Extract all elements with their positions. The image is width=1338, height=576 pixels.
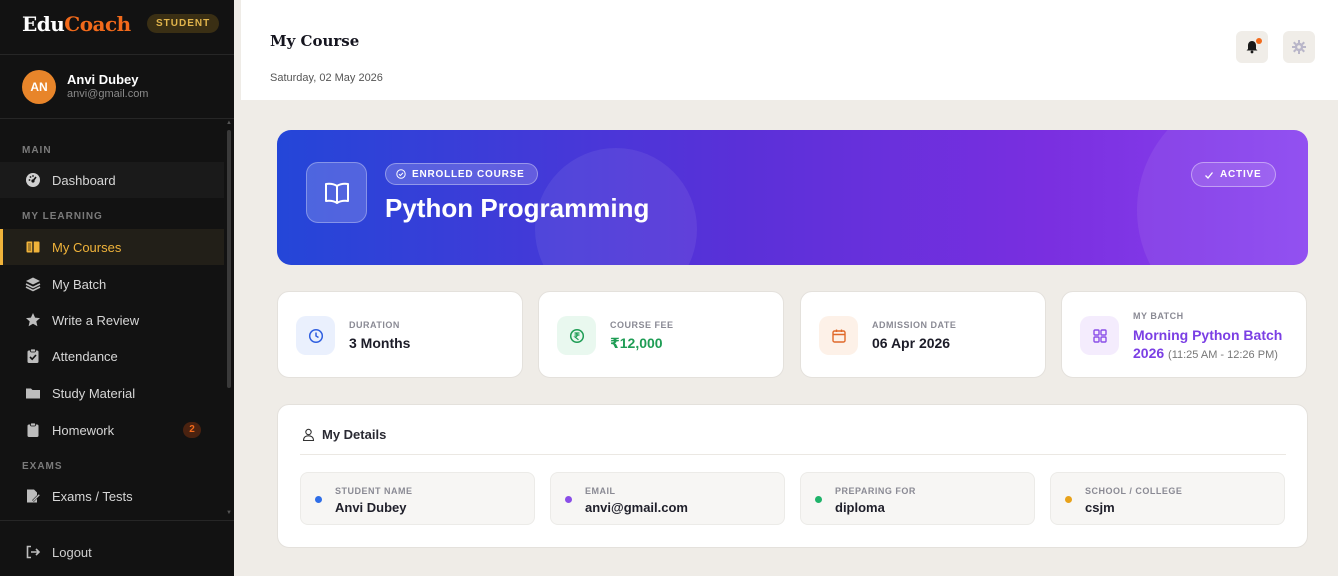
details-divider	[300, 454, 1286, 455]
sidebar-item-my-batch[interactable]: My Batch	[0, 266, 224, 302]
sidebar-item-homework[interactable]: Homework 2	[0, 412, 224, 448]
sidebar-item-label: Homework	[52, 422, 115, 438]
section-label-main: MAIN	[22, 145, 52, 156]
admission-date-card: ADMISSION DATE 06 Apr 2026	[800, 291, 1046, 378]
decorative-circle	[1137, 130, 1308, 265]
detail-label: STUDENT NAME	[335, 486, 413, 496]
section-label-learning: MY LEARNING	[22, 211, 103, 222]
sidebar-item-label: Study Material	[52, 385, 136, 401]
rupee-icon	[557, 316, 596, 355]
sidebar-item-label: My Courses	[52, 239, 122, 255]
sidebar-divider	[0, 520, 234, 521]
batch-time: (11:25 AM - 12:26 PM)	[1168, 349, 1278, 361]
check-circle-icon	[396, 169, 406, 179]
page-header: My Course Saturday, 02 May 2026	[241, 0, 1338, 100]
logout-label: Logout	[52, 544, 92, 560]
my-batch-card: MY BATCH Morning Python Batch 2026 (11:2…	[1061, 291, 1307, 378]
sidebar-item-study-material[interactable]: Study Material	[0, 375, 224, 411]
notifications-button[interactable]	[1236, 31, 1268, 63]
user-email: anvi@gmail.com	[67, 88, 149, 100]
layers-icon	[24, 275, 42, 293]
edit-document-icon	[24, 487, 42, 505]
detail-preparing-for: PREPARING FOR diploma	[800, 472, 1035, 525]
homework-count-badge: 2	[183, 422, 201, 438]
avatar[interactable]: AN	[22, 70, 56, 104]
page-date: Saturday, 02 May 2026	[270, 72, 383, 84]
detail-value: anvi@gmail.com	[585, 500, 688, 515]
open-book-icon	[306, 162, 367, 223]
status-badge: ACTIVE	[1191, 162, 1277, 187]
detail-email: EMAIL anvi@gmail.com	[550, 472, 785, 525]
clipboard-icon	[24, 421, 42, 439]
sidebar-item-my-courses[interactable]: My Courses	[0, 229, 224, 265]
logout-button[interactable]: Logout	[0, 534, 234, 570]
sidebar-item-write-review[interactable]: Write a Review	[0, 302, 224, 338]
grid-icon	[1080, 316, 1119, 355]
course-fee-value: ₹12,000	[610, 335, 663, 351]
course-fee-card: COURSE FEE ₹12,000	[538, 291, 784, 378]
duration-label: DURATION	[349, 320, 400, 330]
enrolled-course-pill: ENROLLED COURSE	[385, 163, 538, 185]
admission-date-label: ADMISSION DATE	[872, 320, 957, 330]
section-label-exams: EXAMS	[22, 461, 63, 472]
my-batch-label: MY BATCH	[1133, 311, 1184, 321]
sidebar-divider	[0, 118, 234, 119]
role-badge: STUDENT	[147, 14, 220, 33]
sidebar-item-label: Dashboard	[52, 172, 116, 188]
sidebar-item-label: Write a Review	[52, 312, 140, 328]
course-hero-banner: ENROLLED COURSE Python Programming ACTIV…	[277, 130, 1308, 265]
detail-label: SCHOOL / COLLEGE	[1085, 486, 1183, 496]
dot-icon	[815, 496, 822, 503]
clock-icon	[296, 316, 335, 355]
status-label: ACTIVE	[1220, 169, 1262, 180]
notification-dot	[1256, 38, 1262, 44]
dot-icon	[565, 496, 572, 503]
calendar-icon	[819, 316, 858, 355]
course-fee-label: COURSE FEE	[610, 320, 674, 330]
user-name: Anvi Dubey	[67, 72, 139, 87]
course-title: Python Programming	[385, 193, 650, 223]
brand-name-part2: Coach	[64, 12, 131, 36]
my-batch-value: Morning Python Batch 2026 (11:25 AM - 12…	[1133, 326, 1303, 364]
sidebar-item-label: Attendance	[52, 348, 118, 364]
detail-label: PREPARING FOR	[835, 486, 916, 496]
sidebar: EduCoach STUDENT AN Anvi Dubey anvi@gmai…	[0, 0, 234, 576]
clipboard-check-icon	[24, 347, 42, 365]
detail-student-name: STUDENT NAME Anvi Dubey	[300, 472, 535, 525]
logout-icon	[24, 543, 42, 561]
sidebar-item-label: My Batch	[52, 276, 107, 292]
folder-icon	[24, 384, 42, 402]
sidebar-item-label: Exams / Tests	[52, 488, 133, 504]
sidebar-divider	[0, 54, 234, 55]
gear-icon	[1291, 39, 1307, 55]
sidebar-scrollbar[interactable]	[227, 130, 231, 388]
duration-card: DURATION 3 Months	[277, 291, 523, 378]
duration-value: 3 Months	[349, 335, 411, 351]
details-title: My Details	[322, 427, 387, 442]
check-icon	[1204, 170, 1214, 180]
detail-label: EMAIL	[585, 486, 616, 496]
scroll-down-arrow[interactable]: ▼	[226, 510, 232, 516]
dot-icon	[315, 496, 322, 503]
brand-name-part1: Edu	[22, 12, 65, 36]
sidebar-item-dashboard[interactable]: Dashboard	[0, 162, 224, 198]
dashboard-gauge-icon	[24, 171, 42, 189]
admission-date-value: 06 Apr 2026	[872, 335, 951, 351]
book-icon	[24, 238, 42, 256]
my-details-card: My Details STUDENT NAME Anvi Dubey EMAIL…	[277, 404, 1308, 548]
sidebar-item-attendance[interactable]: Attendance	[0, 338, 224, 374]
page-title: My Course	[270, 32, 360, 50]
user-icon	[302, 428, 315, 441]
dot-icon	[1065, 496, 1072, 503]
sidebar-item-exams-tests[interactable]: Exams / Tests	[0, 478, 224, 514]
scroll-up-arrow[interactable]: ▲	[226, 120, 232, 126]
enrolled-course-label: ENROLLED COURSE	[412, 168, 525, 180]
detail-value: diploma	[835, 500, 885, 515]
settings-button[interactable]	[1283, 31, 1315, 63]
detail-value: Anvi Dubey	[335, 500, 407, 515]
brand-logo[interactable]: EduCoach	[22, 12, 131, 36]
detail-school-college: SCHOOL / COLLEGE csjm	[1050, 472, 1285, 525]
detail-value: csjm	[1085, 500, 1115, 515]
star-icon	[24, 311, 42, 329]
